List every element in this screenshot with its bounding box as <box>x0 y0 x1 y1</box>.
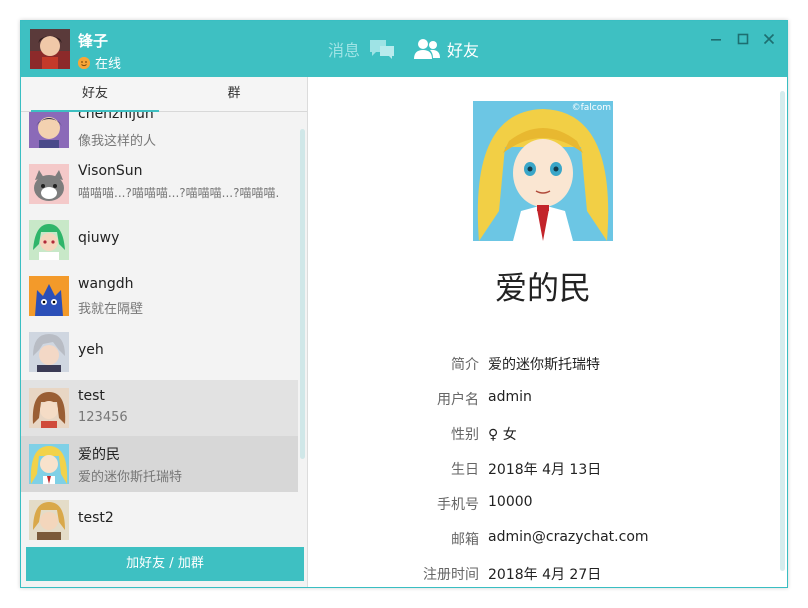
friend-item-yeh[interactable]: yeh <box>21 324 298 380</box>
status-label: 在线 <box>95 57 122 72</box>
profile-avatar-watermark: ©falcom <box>571 103 611 113</box>
friend-list-scrollbar[interactable] <box>300 129 305 459</box>
friend-name: qiuwy <box>78 230 120 246</box>
field-value: 10000 <box>488 494 533 510</box>
friend-avatar <box>29 164 69 204</box>
friend-name: test <box>78 388 105 404</box>
nav-friends[interactable]: 好友 <box>413 37 479 61</box>
profile-field-bio: 简介 爱的迷你斯托瑞特 <box>309 354 787 374</box>
close-icon[interactable] <box>760 30 778 48</box>
field-label: 用户名 <box>437 392 479 408</box>
profile-avatar: ©falcom <box>473 101 613 241</box>
nav-messages[interactable]: 消息 <box>328 37 396 61</box>
self-status[interactable]: 在线 <box>78 53 121 72</box>
profile-field-email: 邮箱 admin@crazychat.com <box>309 529 787 549</box>
field-value: 2018年 4月 13日 <box>488 462 602 478</box>
tab-groups[interactable]: 群 <box>161 77 307 111</box>
friend-item-qiuwy[interactable]: qiuwy <box>21 212 298 268</box>
profile-name: 爱的民 <box>494 269 591 307</box>
field-label: 手机号 <box>437 497 479 513</box>
friend-item-visonsun[interactable]: VisonSun 喵喵喵...?喵喵喵...?喵喵喵...?喵喵喵. <box>21 156 298 212</box>
profile-field-birthday: 生日 2018年 4月 13日 <box>309 459 787 479</box>
friend-name: 爱的民 <box>78 447 120 463</box>
friend-signature: 123456 <box>78 410 128 425</box>
friend-name: VisonSun <box>78 163 143 179</box>
friend-avatar <box>29 500 69 540</box>
chat-window: 锋子 在线 消息 好友 好友 群 chenzhijun 像我这样的人 Vison… <box>20 20 788 588</box>
profile-field-gender: 性别 ♀ 女 <box>309 424 787 444</box>
field-value: admin@crazychat.com <box>488 529 649 545</box>
friend-item-wangdh[interactable]: wangdh 我就在隔壁 <box>21 268 298 324</box>
friend-item-chenzhijun[interactable]: chenzhijun 像我这样的人 <box>21 112 298 156</box>
status-smiley-icon <box>78 56 90 69</box>
maximize-icon[interactable] <box>734 30 752 48</box>
friend-avatar <box>29 220 69 260</box>
profile-panel: ©falcom 爱的民 简介 爱的迷你斯托瑞特 用户名 admin 性别 ♀ 女… <box>309 77 787 587</box>
nav-friends-label: 好友 <box>447 41 480 60</box>
friend-item-test2[interactable]: test2 <box>21 492 298 545</box>
friend-name: chenzhijun <box>78 112 154 122</box>
self-avatar[interactable] <box>30 29 70 69</box>
friend-item-test[interactable]: test 123456 <box>21 380 298 436</box>
field-label: 注册时间 <box>423 567 479 583</box>
friend-avatar <box>29 276 69 316</box>
add-friend-group-button[interactable]: 加好友 / 加群 <box>26 547 304 581</box>
friend-signature: 喵喵喵...?喵喵喵...?喵喵喵...?喵喵喵. <box>78 186 280 200</box>
field-value: 2018年 4月 27日 <box>488 567 602 583</box>
chat-bubble-icon <box>370 40 395 59</box>
field-value: ♀ 女 <box>488 427 517 443</box>
profile-field-username: 用户名 admin <box>309 389 787 409</box>
profile-scrollbar[interactable] <box>780 91 785 571</box>
friend-avatar <box>29 388 69 428</box>
friend-list[interactable]: chenzhijun 像我这样的人 VisonSun 喵喵喵...?喵喵喵...… <box>21 112 307 545</box>
friend-name: test2 <box>78 510 114 526</box>
friend-name: yeh <box>78 342 104 358</box>
field-label: 简介 <box>451 357 479 373</box>
field-value: 爱的迷你斯托瑞特 <box>488 357 600 373</box>
friend-name: wangdh <box>78 276 134 292</box>
field-label: 邮箱 <box>451 532 479 548</box>
friend-signature: 像我这样的人 <box>78 134 157 149</box>
tab-friends[interactable]: 好友 <box>31 77 159 112</box>
friend-avatar <box>29 444 69 484</box>
contacts-icon <box>414 39 440 59</box>
friend-item-aideimin[interactable]: 爱的民 爱的迷你斯托瑞特 <box>21 436 298 492</box>
profile-field-phone: 手机号 10000 <box>309 494 787 514</box>
header-bar: 锋子 在线 消息 好友 <box>21 21 787 77</box>
friend-signature: 爱的迷你斯托瑞特 <box>78 470 183 485</box>
profile-field-register-date: 注册时间 2018年 4月 27日 <box>309 564 787 584</box>
minimize-icon[interactable] <box>707 30 725 48</box>
field-value: admin <box>488 389 532 405</box>
field-label: 生日 <box>451 462 479 478</box>
friend-avatar <box>29 332 69 372</box>
contacts-tabs: 好友 群 <box>21 77 307 112</box>
field-label: 性别 <box>451 427 479 443</box>
nav-messages-label: 消息 <box>328 41 361 60</box>
self-name: 锋子 <box>78 32 109 50</box>
contacts-panel: 好友 群 chenzhijun 像我这样的人 VisonSun 喵喵喵...?喵… <box>21 77 308 587</box>
friend-avatar <box>29 112 69 148</box>
friend-signature: 我就在隔壁 <box>78 302 144 317</box>
